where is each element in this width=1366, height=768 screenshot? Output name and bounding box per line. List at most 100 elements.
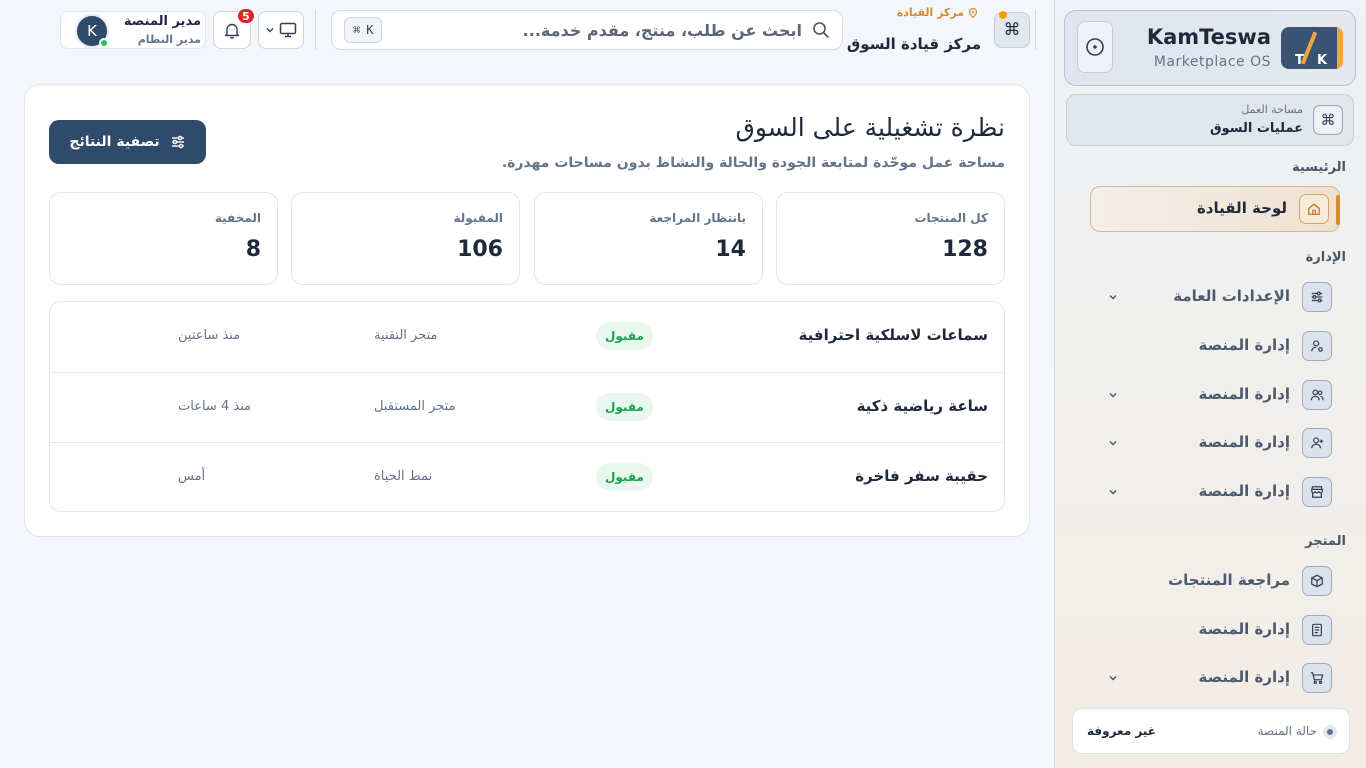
stat-label: المخفية — [214, 211, 261, 225]
section-label-store: المتجر — [1305, 534, 1346, 549]
stat-card-pending-review: بانتظار المراجعة 14 — [534, 192, 763, 285]
stat-label: كل المنتجات — [914, 211, 988, 225]
command-palette-button[interactable]: ⌘ — [994, 11, 1030, 48]
sidebar-collapse-button[interactable] — [1077, 21, 1113, 73]
stat-value: 128 — [942, 237, 988, 262]
page-subtitle: مساحة عمل موحّدة لمتابعة الجودة والحالة … — [501, 155, 1005, 171]
stat-label: بانتظار المراجعة — [649, 211, 746, 225]
logo-letter-t: T — [1295, 53, 1304, 68]
indicator-dot — [999, 11, 1007, 19]
breadcrumb-text: مركز القيادة — [896, 6, 964, 19]
chevron-down-icon[interactable] — [1102, 667, 1124, 689]
status-dot-icon — [1323, 725, 1337, 739]
sidebar-item-general-settings[interactable]: الإعدادات العامة — [1090, 276, 1342, 318]
search-icon — [812, 21, 830, 43]
stat-value: 14 — [715, 237, 746, 262]
users-icon — [1302, 380, 1332, 410]
display-mode-button[interactable] — [258, 11, 304, 49]
global-search[interactable]: ⌘ K — [331, 10, 843, 50]
filter-button-label: تصفية النتائج — [69, 134, 160, 150]
workspace-label: مساحة العمل — [1241, 103, 1303, 116]
platform-status: حالة المنصة غير معروفة — [1072, 708, 1350, 754]
product-name: حقيبة سفر فاخرة — [855, 467, 988, 485]
search-input[interactable] — [402, 16, 802, 44]
chevron-down-icon[interactable] — [1102, 432, 1124, 454]
status-label: حالة المنصة — [1257, 724, 1317, 738]
sidebar-item-label: إدارة المنصة — [1198, 620, 1290, 638]
bell-icon — [224, 23, 240, 39]
cart-icon — [1302, 663, 1332, 693]
stat-card-all-products: كل المنتجات 128 — [776, 192, 1005, 285]
chevron-down-icon[interactable] — [1102, 286, 1124, 308]
stat-value: 106 — [457, 237, 503, 262]
sidebar-item-platform-4[interactable]: إدارة المنصة — [1090, 471, 1342, 513]
page-title: نظرة تشغيلية على السوق — [735, 113, 1006, 142]
breadcrumb[interactable]: مركز القيادة — [897, 6, 978, 19]
filter-results-button[interactable]: تصفية النتائج — [49, 120, 206, 164]
sidebar-item-label: إدارة المنصة — [1198, 336, 1290, 354]
command-icon: ⌘ — [1313, 105, 1343, 135]
notifications-button[interactable]: 5 — [213, 8, 255, 49]
stat-label: المقبولة — [453, 211, 503, 225]
sidebar-item-platform-2[interactable]: إدارة المنصة — [1090, 374, 1342, 416]
store-icon — [1302, 477, 1332, 507]
status-badge: مقبول — [596, 393, 653, 421]
sidebar-item-platform-3[interactable]: إدارة المنصة — [1090, 422, 1342, 464]
status-badge: مقبول — [596, 463, 653, 491]
command-icon: ⌘ — [1003, 20, 1021, 40]
box-icon — [1302, 566, 1332, 596]
timestamp: أمس — [178, 469, 206, 484]
user-role: مدير النظام — [137, 33, 201, 46]
timestamp: منذ 4 ساعات — [178, 399, 252, 414]
table-row[interactable]: سماعات لاسلكية احترافية مقبول متجر التقن… — [50, 302, 1004, 372]
product-name: سماعات لاسلكية احترافية — [798, 326, 988, 344]
sidebar-item-label: لوحة القيادة — [1196, 199, 1287, 217]
products-table: سماعات لاسلكية احترافية مقبول متجر التقن… — [49, 301, 1005, 512]
brand-logo: T K — [1281, 27, 1343, 69]
brand-name: KamTeswa — [1146, 25, 1271, 49]
location-pin-icon — [968, 7, 978, 18]
sidebar-item-label: إدارة المنصة — [1198, 385, 1290, 403]
sidebar-item-label: إدارة المنصة — [1198, 668, 1290, 686]
sidebar-item-product-review[interactable]: مراجعة المنتجات — [1090, 560, 1342, 602]
chevron-down-icon[interactable] — [1102, 384, 1124, 406]
avatar-initial: K — [87, 22, 97, 40]
sidebar-item-platform-5[interactable]: إدارة المنصة — [1090, 609, 1342, 651]
user-plus-icon — [1302, 428, 1332, 458]
header-divider — [315, 10, 316, 50]
chevron-down-icon[interactable] — [1102, 481, 1124, 503]
workspace-value: عمليات السوق — [1209, 121, 1303, 136]
search-shortcut: ⌘ K — [344, 17, 383, 43]
sidebar: T K KamTeswa Marketplace OS ⌘ مساحة العم… — [1054, 0, 1366, 768]
logo-letter-k: K — [1317, 53, 1328, 68]
shortcut-key: K — [366, 23, 374, 37]
document-icon — [1302, 615, 1332, 645]
sidebar-item-platform-1[interactable]: إدارة المنصة — [1090, 325, 1342, 367]
header-divider — [1035, 10, 1036, 50]
brand-subtitle: Marketplace OS — [1153, 54, 1271, 70]
product-name: ساعة رياضية ذكية — [856, 397, 988, 415]
timestamp: منذ ساعتين — [178, 328, 241, 343]
brand-card: T K KamTeswa Marketplace OS — [1064, 10, 1356, 86]
workspace-switcher[interactable]: ⌘ مساحة العمل عمليات السوق — [1066, 94, 1354, 146]
command-key-icon: ⌘ — [353, 23, 361, 37]
user-name: مدير المنصة — [123, 14, 201, 29]
stat-card-hidden: المخفية 8 — [49, 192, 278, 285]
store-name: متجر المستقبل — [374, 399, 456, 414]
home-icon — [1299, 194, 1329, 224]
sliders-icon — [171, 135, 184, 149]
sliders-icon — [1302, 282, 1332, 312]
chevron-down-icon — [266, 28, 274, 33]
sidebar-item-label: الإعدادات العامة — [1173, 287, 1290, 305]
market-overview-card: نظرة تشغيلية على السوق مساحة عمل موحّدة … — [24, 84, 1030, 537]
avatar: K — [75, 14, 109, 48]
online-status-dot — [99, 38, 109, 48]
table-row[interactable]: حقيبة سفر فاخرة مقبول نمط الحياة أمس — [50, 442, 1004, 511]
user-menu[interactable]: K مدير المنصة مدير النظام — [60, 11, 206, 49]
sidebar-item-label: إدارة المنصة — [1198, 482, 1290, 500]
monitor-icon — [279, 22, 297, 38]
table-row[interactable]: ساعة رياضية ذكية مقبول متجر المستقبل منذ… — [50, 372, 1004, 442]
user-cog-icon — [1302, 331, 1332, 361]
sidebar-item-platform-6[interactable]: إدارة المنصة — [1090, 657, 1342, 699]
sidebar-item-dashboard[interactable]: لوحة القيادة — [1090, 186, 1340, 232]
